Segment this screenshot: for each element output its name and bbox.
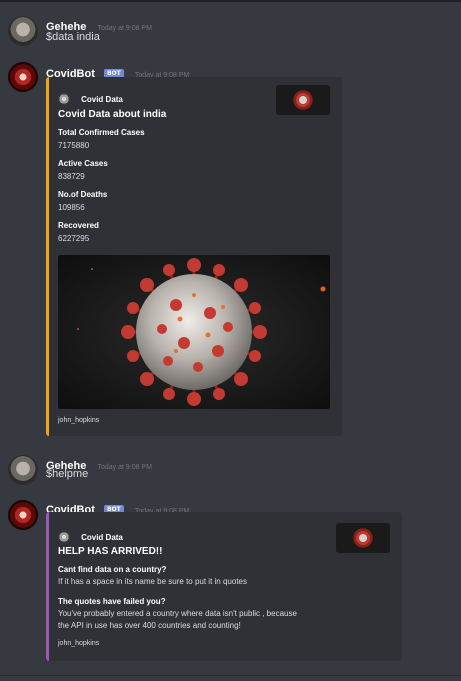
top-divider: [0, 0, 461, 2]
user-avatar-icon[interactable]: [8, 455, 38, 485]
message-text: $data india: [46, 31, 100, 43]
embed-covid-data: Covid Data Covid Data about india Total …: [46, 77, 342, 436]
message-gehehe-1: Gehehe Today at 9:08 PM $data india: [0, 12, 461, 46]
field-name: Cant find data on a country?: [58, 565, 167, 574]
embed-author: Covid Data: [58, 87, 123, 106]
message-text: $helpme: [46, 468, 89, 480]
field-name: Total Confirmed Cases: [58, 128, 145, 137]
embed-footer: john_hopkins: [58, 640, 100, 647]
embed-accent-bar: [46, 77, 49, 436]
field-value: If it has a space in its name be sure to…: [58, 577, 247, 586]
field-value: 838729: [58, 172, 85, 181]
field-name: Recovered: [58, 221, 99, 230]
embed-author-name: Covid Data: [81, 95, 123, 104]
embed-title: Covid Data about india: [58, 109, 167, 120]
embed-author: Covid Data: [58, 525, 123, 544]
virus-thumbnail-icon: [352, 527, 374, 549]
embed-thumbnail[interactable]: [336, 523, 390, 553]
timestamp: Today at 9:08 PM: [97, 464, 152, 471]
message-covidbot-2: CovidBot BOT Today at 9:08 PM Covid Data…: [0, 496, 461, 666]
message-gehehe-2: Gehehe Today at 9:08 PM $helpme: [0, 451, 461, 485]
field-value-line: the API in use has over 400 countries an…: [58, 621, 241, 630]
user-avatar-icon[interactable]: [8, 16, 38, 46]
field-value: 109856: [58, 203, 85, 212]
covid-data-icon: [58, 531, 70, 543]
virus-avatar-icon[interactable]: [8, 62, 38, 92]
virus-thumbnail-icon: [292, 89, 314, 111]
embed-title: HELP HAS ARRIVED!!: [58, 546, 163, 557]
embed-author-name: Covid Data: [81, 533, 123, 542]
field-name: The quotes have failed you?: [58, 597, 166, 606]
embed-thumbnail[interactable]: [276, 85, 330, 115]
virus-illustration: [58, 255, 330, 409]
field-name: No.of Deaths: [58, 190, 108, 199]
covid-data-icon: [58, 93, 70, 105]
field-value-line: You've probably entered a country where …: [58, 609, 297, 618]
embed-help: Covid Data HELP HAS ARRIVED!! Cant find …: [46, 512, 402, 661]
timestamp: Today at 9:08 PM: [97, 25, 152, 32]
embed-image-virus[interactable]: [58, 255, 330, 409]
embed-footer: john_hopkins: [58, 417, 100, 424]
field-value: 6227295: [58, 234, 90, 243]
virus-avatar-icon[interactable]: [8, 500, 38, 530]
field-value: 7175880: [58, 141, 90, 150]
field-name: Active Cases: [58, 159, 108, 168]
message-covidbot-1: CovidBot BOT Today at 9:08 PM Covid Data…: [0, 60, 461, 440]
bottom-divider: [0, 675, 461, 676]
embed-accent-bar: [46, 512, 49, 661]
